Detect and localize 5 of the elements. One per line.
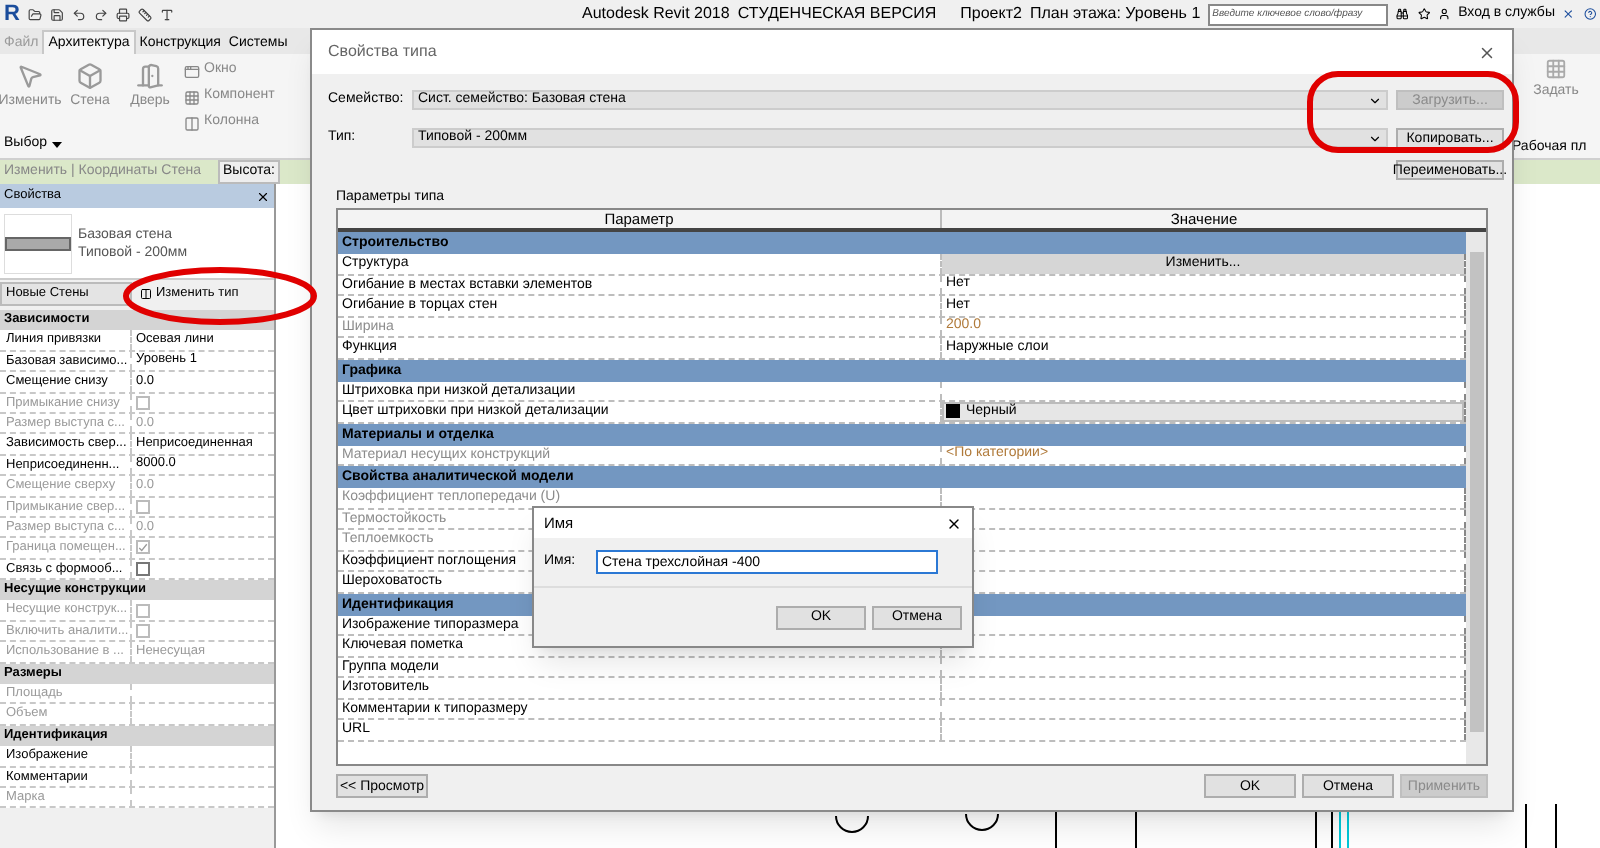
dialog-title: Свойства типа [328, 40, 437, 64]
app-title: Autodesk Revit 2018 [582, 2, 730, 26]
edition-label: СТУДЕНЧЕСКАЯ ВЕРСИЯ [737, 2, 937, 26]
view-name: План этажа: Уровень 1 [1029, 2, 1201, 26]
project-name: Проект2 [960, 2, 1022, 26]
